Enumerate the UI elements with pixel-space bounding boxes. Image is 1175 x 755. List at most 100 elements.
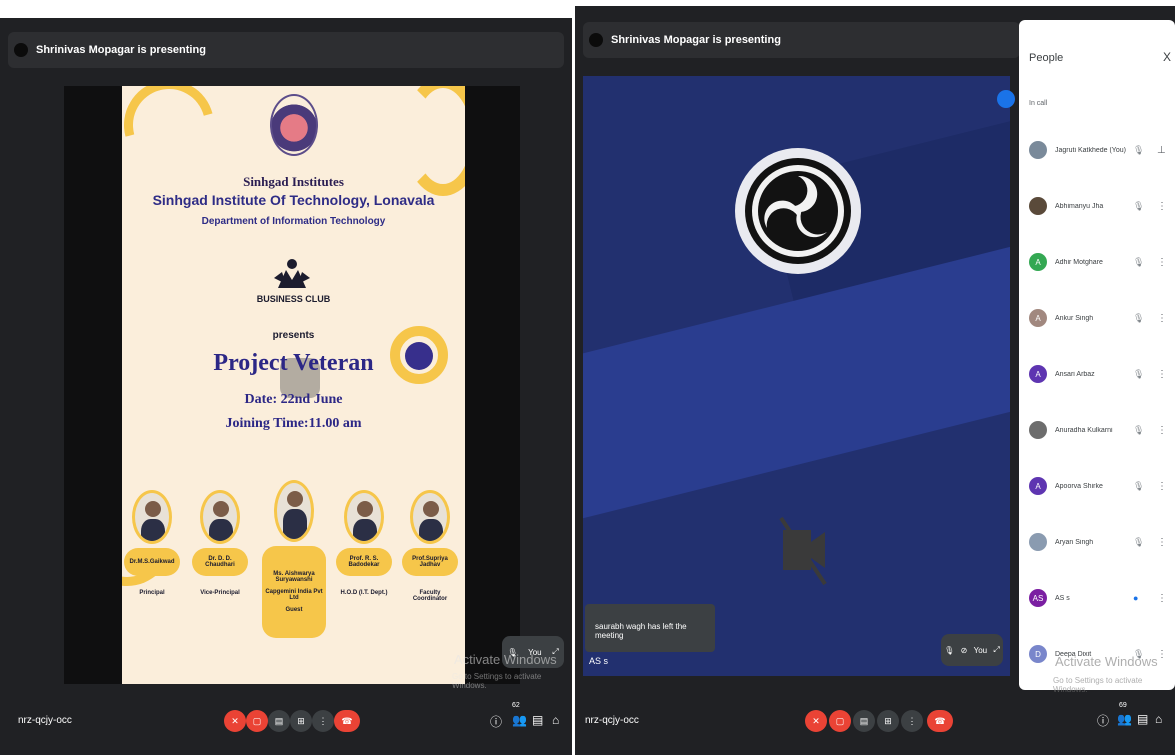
more-options-icon[interactable]: ⋮ xyxy=(1157,481,1167,492)
mic-off-icon: 🎙 xyxy=(1133,312,1145,323)
speaker-name: Prof. R. S. Badodekar xyxy=(336,548,392,576)
mic-off-icon: 🎙 xyxy=(1133,144,1145,155)
info-icon[interactable]: ⓘ xyxy=(490,713,502,730)
more-options-button[interactable]: ⋮ xyxy=(312,710,334,732)
self-label: You xyxy=(973,645,988,655)
presenter-avatar xyxy=(14,43,28,57)
info-icon[interactable]: ⓘ xyxy=(1097,712,1109,729)
section-label: In call xyxy=(1029,100,1048,107)
participant-row[interactable]: Abhimanyu Jha 🎙 ⋮ xyxy=(1029,194,1171,218)
speaker-card: Prof. R. S. Badodekar H.O.D (I.T. Dept.) xyxy=(336,490,392,596)
participant-row[interactable]: AS AS s ● ⋮ xyxy=(1029,586,1171,610)
avatar xyxy=(1029,141,1047,159)
avatar: AS xyxy=(1029,589,1047,607)
participant-row[interactable]: A Ankur Singh 🎙 ⋮ xyxy=(1029,306,1171,330)
chat-icon[interactable]: ▤ xyxy=(532,713,543,727)
more-options-icon[interactable]: ⋮ xyxy=(1157,201,1167,212)
poster-institutes: Sinhgad Institutes xyxy=(243,174,344,189)
more-options-icon[interactable]: ⋮ xyxy=(1157,425,1167,436)
participant-count: 62 xyxy=(512,702,520,709)
speaker-card: Dr. D. D. Chaudhari Vice-Principal xyxy=(192,490,248,596)
toast-message: saurabh wagh has left the meeting xyxy=(595,622,687,640)
participant-row[interactable]: A Adhir Motghare 🎙 ⋮ xyxy=(1029,250,1171,274)
mic-off-icon: 🎙 xyxy=(1133,536,1145,547)
mic-off-button[interactable]: ✕ xyxy=(224,710,246,732)
present-button[interactable]: ⊞ xyxy=(290,710,312,732)
participant-count: 69 xyxy=(1119,702,1127,709)
speaker-role: Faculty Coordinator xyxy=(412,590,448,602)
people-icon[interactable]: 👥 xyxy=(1117,712,1132,726)
speaker-name: Dr. D. D. Chaudhari xyxy=(192,548,248,576)
speaker-photo xyxy=(410,490,450,544)
pin-icon[interactable]: ⊥ xyxy=(1157,145,1166,156)
presenter-avatar xyxy=(589,33,603,47)
speaker-name: Ms. Aishwarya Suryawanshi xyxy=(273,571,315,583)
participant-name: Aryan Singh xyxy=(1055,538,1094,546)
camera-off-button[interactable]: ▢ xyxy=(246,710,268,732)
more-options-icon[interactable]: ⋮ xyxy=(1157,593,1167,604)
poster-event-title: Project Veteran xyxy=(213,350,374,376)
camera-off-icon xyxy=(779,516,827,586)
camera-off-button[interactable]: ▢ xyxy=(829,710,851,732)
participant-name: AS s xyxy=(1055,594,1070,602)
mic-icon: 🎙 xyxy=(944,645,955,655)
avatar: D xyxy=(1029,645,1047,663)
mic-off-icon: 🎙 xyxy=(1133,200,1145,211)
participant-tile[interactable] xyxy=(583,76,1010,676)
mic-off-button[interactable]: ✕ xyxy=(805,710,827,732)
more-options-icon[interactable]: ⋮ xyxy=(1157,257,1167,268)
speaker-role: Guest xyxy=(285,607,303,613)
speaker-role: Vice-Principal xyxy=(200,590,240,596)
participant-name: Adhir Motghare xyxy=(1055,258,1103,266)
captions-button[interactable]: ▤ xyxy=(853,710,875,732)
participant-row[interactable]: Anuradha Kulkarni 🎙 ⋮ xyxy=(1029,418,1171,442)
speaker-photo xyxy=(344,490,384,544)
activate-windows-watermark: Activate Windows xyxy=(1055,654,1158,669)
more-options-icon[interactable]: ⋮ xyxy=(1157,537,1167,548)
panel-title: People xyxy=(1029,52,1064,64)
avatar xyxy=(1029,197,1047,215)
close-panel-button[interactable]: X xyxy=(1163,50,1171,64)
more-options-icon[interactable]: ⋮ xyxy=(1157,369,1167,380)
present-button[interactable]: ⊞ xyxy=(877,710,899,732)
participant-name: Abhimanyu Jha xyxy=(1055,202,1104,210)
mic-off-icon: 🎙 xyxy=(1133,424,1145,435)
participant-name: Jagruti Katkhede (You) xyxy=(1055,146,1126,154)
participant-row[interactable]: Jagruti Katkhede (You) 🎙 ⊥ xyxy=(1029,138,1171,162)
expand-icon[interactable]: ⤢ xyxy=(993,645,999,655)
decor-arc xyxy=(122,86,231,187)
more-options-icon[interactable]: ⋮ xyxy=(1157,313,1167,324)
speaker-card: Ms. Aishwarya Suryawanshi Capgemini Indi… xyxy=(262,480,326,638)
presenting-banner: Shrinivas Mopagar is presenting xyxy=(8,32,564,68)
speaking-icon: ● xyxy=(1133,593,1139,603)
self-view-tile[interactable]: 🎙 ⊘ You ⤢ xyxy=(941,634,1003,666)
meeting-code: nrz-qcjy-occ xyxy=(18,715,72,726)
captions-button[interactable]: ▤ xyxy=(268,710,290,732)
speaker-photo xyxy=(132,490,172,544)
leave-call-button[interactable]: ☎ xyxy=(334,710,360,732)
speaker-card: Dr.M.S.Gaikwad Principal xyxy=(124,490,180,596)
activate-windows-hint: Go to Settings to activate Windows. xyxy=(452,672,542,690)
speaker-name: Prof.Supriya Jadhav xyxy=(402,548,458,576)
participant-name: Apoorva Shirke xyxy=(1055,482,1103,490)
speaker-photo xyxy=(274,480,314,542)
activities-icon[interactable]: ⌂ xyxy=(1155,712,1162,726)
people-panel: People X In call Jagruti Katkhede (You) … xyxy=(1019,20,1175,694)
participant-name: Anuradha Kulkarni xyxy=(1055,426,1113,434)
participant-row[interactable]: A Ansari Arbaz 🎙 ⋮ xyxy=(1029,362,1171,386)
mic-off-icon: 🎙 xyxy=(1133,368,1145,379)
participant-row[interactable]: Aryan Singh 🎙 ⋮ xyxy=(1029,530,1171,554)
leave-call-button[interactable]: ☎ xyxy=(927,710,953,732)
presenting-banner: Shrinivas Mopagar is presenting xyxy=(583,22,1020,58)
people-icon[interactable]: 👥 xyxy=(512,713,527,727)
right-meet-window: Shrinivas Mopagar is presenting saurabh … xyxy=(575,6,1175,755)
presenting-text: Shrinivas Mopagar is presenting xyxy=(611,34,781,46)
participant-row[interactable]: A Apoorva Shirke 🎙 ⋮ xyxy=(1029,474,1171,498)
more-options-icon[interactable]: ⋮ xyxy=(1157,649,1167,660)
activities-icon[interactable]: ⌂ xyxy=(552,713,559,727)
more-options-button[interactable]: ⋮ xyxy=(901,710,923,732)
mic-off-icon: 🎙 xyxy=(1133,480,1145,491)
poster-presents: presents xyxy=(272,330,315,341)
speaker-role: H.O.D (I.T. Dept.) xyxy=(340,590,388,596)
chat-icon[interactable]: ▤ xyxy=(1137,712,1148,726)
